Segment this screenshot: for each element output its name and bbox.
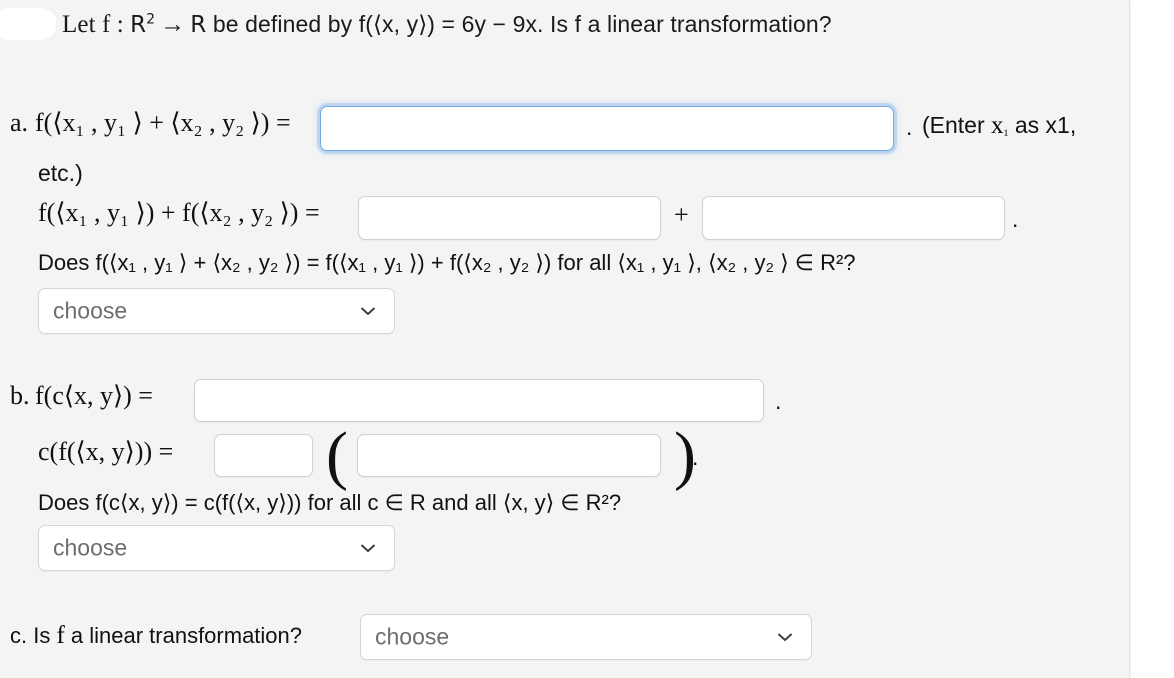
chevron-down-icon [358,301,378,321]
part-a-select[interactable]: choose [38,288,395,334]
redaction-blob [0,8,56,40]
chevron-down-icon [358,538,378,558]
prompt-body: be defined by f(⟨x, y⟩) = 6y − 9x. Is f … [206,11,832,37]
part-a-question: Does f(⟨x₁ , y₁ ⟩ + ⟨x₂ , y₂ ⟩) = f(⟨x₁ … [38,250,856,276]
part-a-line1-period: . [906,114,913,140]
question-page: Let f : R2 → R be defined by f(⟨x, y⟩) = 6… [0,0,1174,678]
chevron-down-icon [775,627,795,647]
part-a-hint: (Enter x1 as x1, [922,112,1076,140]
part-c-label-lead: c. Is [10,623,57,648]
part-a-input-1[interactable] [320,106,894,151]
part-b-input-2[interactable] [214,434,313,477]
part-a-question-text: Does f(⟨x₁ , y₁ ⟩ + ⟨x₂ , y₂ ⟩) = f(⟨x₁ … [38,250,856,275]
part-b-question: Does f(c⟨x, y⟩) = c(f(⟨x, y⟩)) for all c… [38,490,621,516]
domain-symbol: R [130,12,147,38]
part-a-line2-expression: f(⟨x₁ , y₁ ⟩) + f(⟨x₂ , y₂ ⟩) = [38,198,320,227]
part-a-line1-expression: f(⟨x₁ , y₁ ⟩ + ⟨x₂ , y₂ ⟩) = [35,108,291,137]
part-b-line1-expression: f(c⟨x, y⟩) = [35,381,153,410]
part-a-marker: a. [10,108,29,137]
part-b-select-value: choose [53,534,128,561]
part-a-input-2[interactable] [358,196,661,240]
hint-x-symbol: x [991,112,1004,139]
part-b-line1-period: . [775,388,782,414]
part-c-label-tail: a linear transformation? [64,623,303,648]
domain-power: 2 [146,11,156,28]
part-c-select[interactable]: choose [360,614,812,660]
part-c-question: c. Is f a linear transformation? [10,622,302,650]
part-a-input-3[interactable] [702,196,1005,240]
part-c-label-f: f [56,622,65,649]
content-pane [0,0,1130,678]
hint-open: (Enter [922,112,992,138]
part-b-line2-expression: c(f(⟨x, y⟩)) = [38,437,174,466]
part-b-input-1[interactable] [194,379,764,422]
page-title: Let f : R2 → R be defined by f(⟨x, y⟩) = 6… [62,11,832,39]
part-a-select-value: choose [53,297,128,324]
part-b-input-3[interactable] [357,434,661,477]
part-c-select-value: choose [375,623,450,650]
part-b-question-text: Does f(c⟨x, y⟩) = c(f(⟨x, y⟩)) for all c… [38,490,622,515]
part-b-line2-period: . [692,444,699,470]
part-b-select[interactable]: choose [38,525,395,571]
prompt-lead: Let f : [62,11,131,38]
part-b-open-paren: ( [326,419,348,492]
part-a-hint-line2: etc.) [38,160,83,186]
codomain-symbol: R [190,12,207,38]
hint-tail: as x1, [1008,112,1077,138]
part-b-marker: b. [10,381,30,410]
part-a-plus-sign: + [674,200,689,229]
arrow-symbol: → [160,11,186,38]
part-a-line2-period: . [1012,206,1019,232]
